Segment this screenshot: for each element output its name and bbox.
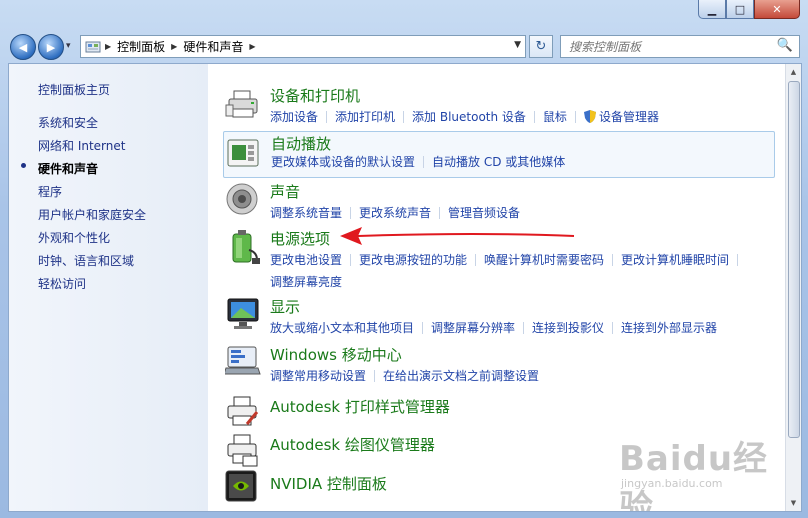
sidebar-item-home[interactable]: 控制面板主页 xyxy=(38,81,110,98)
category-links: 放大或缩小文本和其他项目 调整屏幕分辨率 连接到投影仪 连接到外部显示器 xyxy=(270,317,775,339)
sidebar: 控制面板主页 系统和安全 网络和 Internet 硬件和声音 程序 用户帐户和… xyxy=(9,64,208,511)
category-links: 调整常用移动设置 在给出演示文档之前调整设置 xyxy=(270,365,775,387)
scroll-thumb[interactable] xyxy=(788,81,800,438)
breadcrumb-separator[interactable]: ▶ xyxy=(105,42,111,51)
category-title[interactable]: 显示 xyxy=(270,296,300,317)
category-title[interactable]: NVIDIA 控制面板 xyxy=(270,473,387,494)
link-sleep-time[interactable]: 更改计算机睡眠时间 xyxy=(621,253,729,267)
link-power-button[interactable]: 更改电源按钮的功能 xyxy=(359,253,467,267)
sidebar-item-user-accounts[interactable]: 用户帐户和家庭安全 xyxy=(38,206,146,223)
category-display: 显示 放大或缩小文本和其他项目 调整屏幕分辨率 连接到投影仪 连接到外部显示器 xyxy=(223,296,773,338)
link-add-bluetooth[interactable]: 添加 Bluetooth 设备 xyxy=(412,110,526,124)
link-add-device[interactable]: 添加设备 xyxy=(270,110,318,124)
recent-pages-dropdown[interactable]: ▾ xyxy=(66,41,71,51)
link-change-media-defaults[interactable]: 更改媒体或设备的默认设置 xyxy=(271,155,415,169)
close-button[interactable]: ✕ xyxy=(754,0,800,19)
scroll-up-icon[interactable]: ▲ xyxy=(786,64,801,80)
link-mouse[interactable]: 鼠标 xyxy=(543,110,567,124)
nvidia-icon[interactable] xyxy=(225,470,263,508)
link-screen-resolution[interactable]: 调整屏幕分辨率 xyxy=(431,321,515,335)
maximize-button[interactable]: □ xyxy=(726,0,754,19)
category-title[interactable]: 声音 xyxy=(270,181,300,202)
link-text-size[interactable]: 放大或缩小文本和其他项目 xyxy=(270,321,414,335)
refresh-icon: ↻ xyxy=(535,39,547,54)
address-dropdown-icon[interactable]: ▼ xyxy=(514,40,521,50)
breadcrumb-separator[interactable]: ▶ xyxy=(171,42,177,51)
watermark-url: jingyan.baidu.com xyxy=(621,477,723,490)
control-panel-icon xyxy=(85,40,101,54)
sidebar-item-network[interactable]: 网络和 Internet xyxy=(38,137,125,154)
category-autoplay: 自动播放 更改媒体或设备的默认设置 自动播放 CD 或其他媒体 xyxy=(223,131,775,178)
category-links: 添加设备 添加打印机 添加 Bluetooth 设备 鼠标 设备管理器 xyxy=(270,106,775,128)
sidebar-item-appearance[interactable]: 外观和个性化 xyxy=(38,229,110,246)
battery-plug-icon[interactable] xyxy=(225,228,263,266)
link-autoplay-cd[interactable]: 自动播放 CD 或其他媒体 xyxy=(432,155,565,169)
minimize-button[interactable]: ▁ xyxy=(698,0,726,19)
sidebar-item-clock-language[interactable]: 时钟、语言和区域 xyxy=(38,252,134,269)
forward-arrow-icon: ▶ xyxy=(46,40,56,54)
navigation-bar: ◀ ▶ ▾ ▶ 控制面板 ▶ 硬件和声音 ▶ ▼ ↻ 🔍 xyxy=(8,32,800,60)
baidu-jingyan-watermark: Baidu经验 jingyan.baidu.com xyxy=(619,431,801,512)
breadcrumb-hardware-sound[interactable]: 硬件和声音 xyxy=(183,38,243,55)
category-links: 调整系统音量 更改系统声音 管理音频设备 xyxy=(270,202,775,224)
content-pane: 控制面板主页 系统和安全 网络和 Internet 硬件和声音 程序 用户帐户和… xyxy=(8,63,802,512)
uac-shield-icon xyxy=(583,110,599,124)
address-bar[interactable]: ▶ 控制面板 ▶ 硬件和声音 ▶ ▼ xyxy=(80,35,526,58)
red-annotation-arrow xyxy=(340,227,575,245)
breadcrumb-control-panel[interactable]: 控制面板 xyxy=(117,38,165,55)
link-wake-password[interactable]: 唤醒计算机时需要密码 xyxy=(484,253,604,267)
mobility-center-icon[interactable] xyxy=(223,344,263,382)
link-battery-settings[interactable]: 更改电池设置 xyxy=(270,253,342,267)
category-title[interactable]: Autodesk 绘图仪管理器 xyxy=(270,434,435,455)
link-screen-brightness[interactable]: 调整屏幕亮度 xyxy=(270,275,342,289)
sidebar-item-ease-of-access[interactable]: 轻松访问 xyxy=(38,275,86,292)
search-icon[interactable]: 🔍 xyxy=(777,38,793,53)
autoplay-icon[interactable] xyxy=(226,136,264,174)
current-item-bullet xyxy=(21,163,26,168)
breadcrumb-separator[interactable]: ▶ xyxy=(249,42,255,51)
refresh-button[interactable]: ↻ xyxy=(529,35,553,58)
category-sound: 声音 调整系统音量 更改系统声音 管理音频设备 xyxy=(223,181,773,221)
category-links: 更改媒体或设备的默认设置 自动播放 CD 或其他媒体 xyxy=(271,151,776,173)
plotter-manager-icon[interactable] xyxy=(225,432,263,470)
link-external-display[interactable]: 连接到外部显示器 xyxy=(621,321,717,335)
category-links: 更改电池设置 更改电源按钮的功能 唤醒计算机时需要密码 更改计算机睡眠时间调整屏幕亮度 xyxy=(270,249,775,293)
category-mobility-center: Windows 移动中心 调整常用移动设置 在给出演示文档之前调整设置 xyxy=(223,344,773,386)
link-mobility-settings[interactable]: 调整常用移动设置 xyxy=(270,369,366,383)
category-devices-printers: 设备和打印机 添加设备 添加打印机 添加 Bluetooth 设备 鼠标 设备管理器 xyxy=(223,85,773,127)
sidebar-item-programs[interactable]: 程序 xyxy=(38,183,62,200)
printer-devices-icon[interactable] xyxy=(225,85,263,123)
link-presentation-settings[interactable]: 在给出演示文档之前调整设置 xyxy=(383,369,539,383)
search-input[interactable] xyxy=(567,36,771,57)
monitor-icon[interactable] xyxy=(225,296,263,334)
forward-button[interactable]: ▶ xyxy=(38,34,64,60)
back-button[interactable]: ◀ xyxy=(10,34,36,60)
search-box[interactable]: 🔍 xyxy=(560,35,800,58)
window-frame: ▁ □ ✕ ◀ ▶ ▾ ▶ 控制面板 ▶ 硬件和声音 ▶ ▼ ↻ 🔍 控制面板主… xyxy=(0,0,808,518)
sidebar-item-hardware-sound: 硬件和声音 xyxy=(38,162,99,176)
category-title[interactable]: Windows 移动中心 xyxy=(270,344,402,365)
title-bar[interactable]: ▁ □ ✕ xyxy=(0,0,808,30)
link-adjust-volume[interactable]: 调整系统音量 xyxy=(270,206,342,220)
link-change-sounds[interactable]: 更改系统声音 xyxy=(359,206,431,220)
category-title[interactable]: 设备和打印机 xyxy=(270,85,360,106)
back-arrow-icon: ◀ xyxy=(18,40,28,54)
link-manage-audio[interactable]: 管理音频设备 xyxy=(448,206,520,220)
speaker-icon[interactable] xyxy=(225,181,263,219)
category-title[interactable]: 电源选项 xyxy=(270,228,330,249)
window-controls: ▁ □ ✕ xyxy=(698,0,800,19)
sidebar-item-system-security[interactable]: 系统和安全 xyxy=(38,114,98,131)
category-autodesk-plot-styles: Autodesk 打印样式管理器 xyxy=(223,394,773,430)
link-device-manager[interactable]: 设备管理器 xyxy=(599,110,659,124)
category-title[interactable]: Autodesk 打印样式管理器 xyxy=(270,396,450,417)
link-add-printer[interactable]: 添加打印机 xyxy=(335,110,395,124)
watermark-brand: Baidu经验 xyxy=(619,439,769,512)
link-projector[interactable]: 连接到投影仪 xyxy=(532,321,604,335)
plot-style-printer-icon[interactable] xyxy=(225,394,263,432)
